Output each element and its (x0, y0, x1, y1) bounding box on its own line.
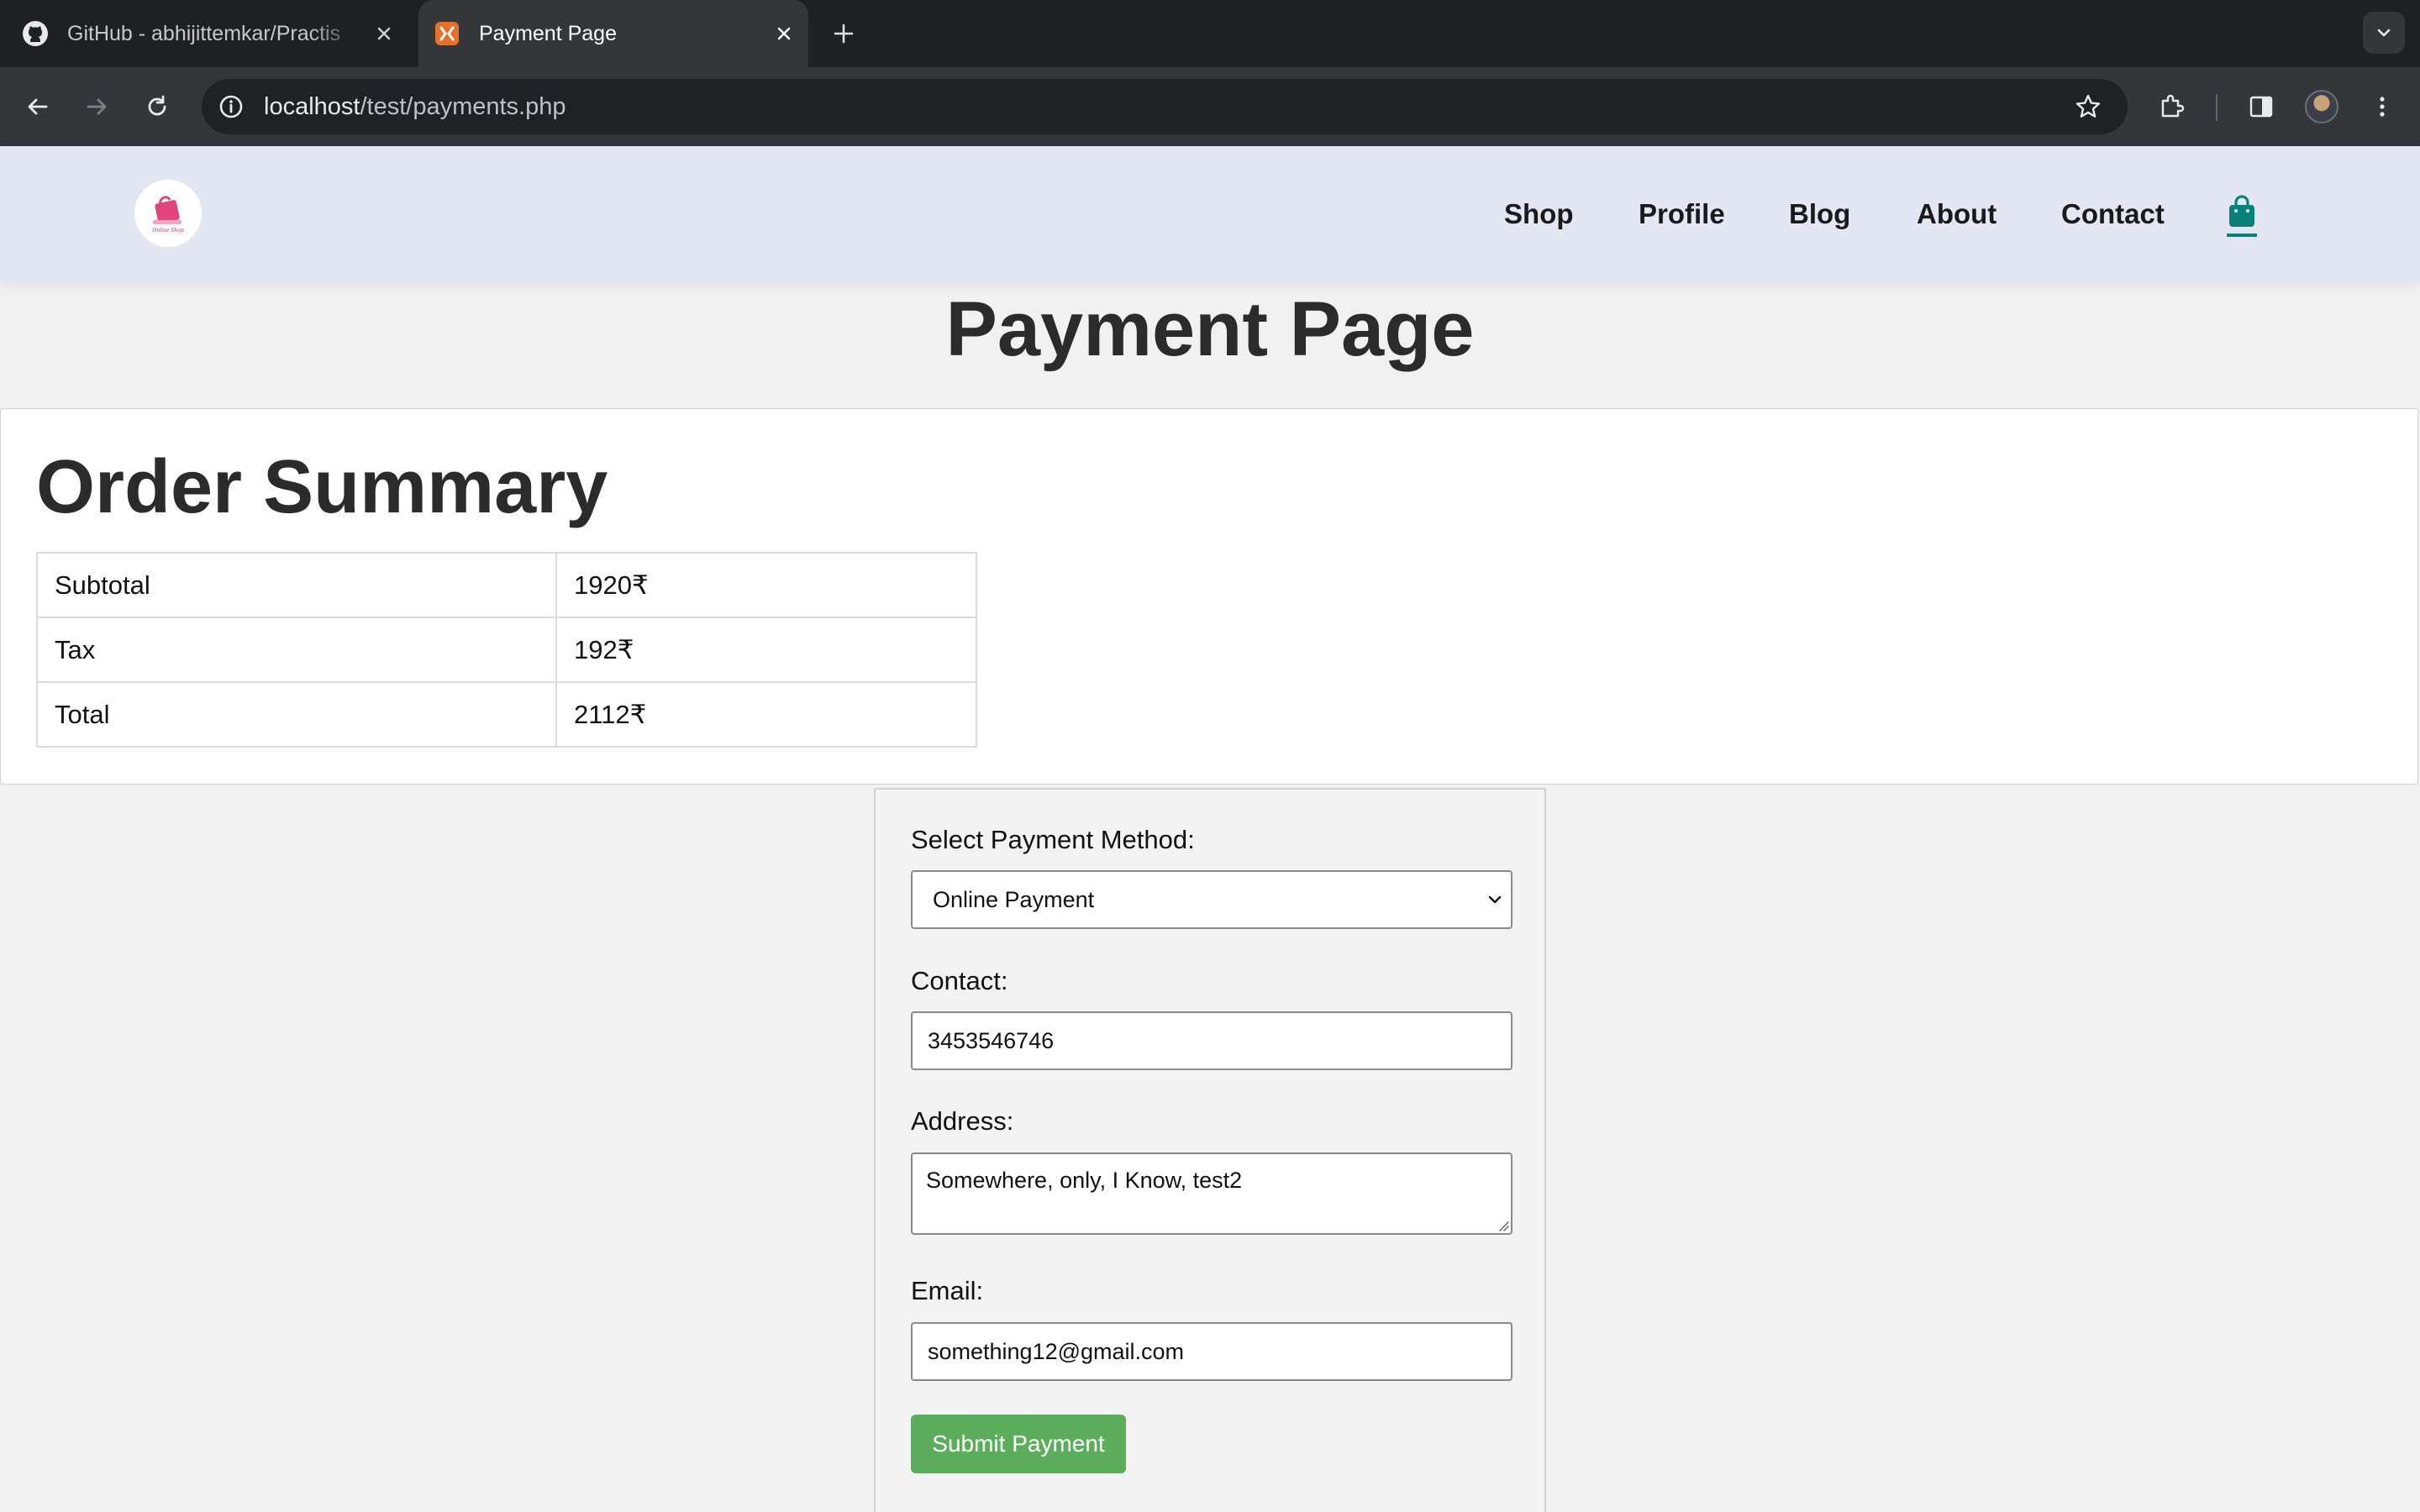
nav-link-contact[interactable]: Contact (2061, 198, 2165, 230)
contact-value: 3453546746 (928, 1028, 1055, 1053)
chevron-down-icon (2377, 29, 2391, 37)
browser-tab-strip: GitHub - abhijittemkar/Practis Payment P… (0, 0, 2420, 67)
github-icon (22, 20, 49, 47)
page-title: Payment Page (945, 286, 1475, 372)
order-summary-title: Order Summary (36, 445, 608, 529)
avatar (2305, 90, 2338, 123)
nav-link-shop[interactable]: Shop (1504, 198, 1573, 230)
site-header: Online Shop Shop Profile Blog About Cont… (0, 146, 2420, 282)
close-icon[interactable] (371, 21, 397, 46)
tab-title: GitHub - abhijittemkar/Practis (67, 21, 341, 45)
bookmark-star-icon[interactable] (2070, 89, 2106, 124)
browser-tab-payment[interactable]: Payment Page (418, 0, 808, 67)
email-input[interactable]: something12@gmail.com (911, 1322, 1512, 1381)
new-tab-button[interactable] (829, 18, 859, 49)
browser-tab-github[interactable]: GitHub - abhijittemkar/Practis (22, 0, 408, 67)
email-label: Email: (911, 1276, 984, 1305)
browser-toolbar: localhost/test/payments.php (0, 67, 2420, 146)
order-summary-panel: Order Summary Subtotal 1920₹ Tax 192₹ To… (0, 408, 2418, 785)
shop-bag-logo-icon: Online Shop (152, 196, 184, 234)
side-panel-button[interactable] (2240, 86, 2282, 128)
site-logo[interactable]: Online Shop (134, 180, 202, 247)
puzzle-icon (2161, 94, 2185, 118)
url-path: /test/payments.php (360, 93, 566, 120)
summary-label-subtotal: Subtotal (36, 552, 557, 618)
forward-button[interactable] (76, 86, 118, 128)
table-row: Tax 192₹ (36, 617, 977, 683)
table-row: Total 2112₹ (36, 681, 977, 748)
extensions-button[interactable] (2151, 86, 2193, 128)
address-textarea[interactable]: Somewhere, only, I Know, test2 (911, 1152, 1512, 1235)
payment-form: Select Payment Method: Online Payment Co… (874, 788, 1546, 1512)
profile-button[interactable] (2301, 86, 2343, 128)
more-vertical-icon (2380, 97, 2385, 117)
site-info-icon[interactable] (213, 89, 249, 124)
arrow-right-icon (87, 98, 107, 115)
contact-input[interactable]: 3453546746 (911, 1011, 1512, 1070)
address-value: Somewhere, only, I Know, test2 (926, 1168, 1243, 1193)
cart-active-underline (2227, 234, 2257, 237)
xampp-icon (434, 20, 460, 47)
payment-method-value: Online Payment (933, 887, 1095, 912)
resize-grip-icon[interactable] (1496, 1218, 1509, 1231)
payment-method-label: Select Payment Method: (911, 825, 1195, 854)
address-label: Address: (911, 1106, 1014, 1136)
summary-value-total: 2112₹ (555, 681, 977, 748)
submit-payment-button[interactable]: Submit Payment (911, 1415, 1126, 1473)
side-panel-icon (2249, 96, 2273, 118)
summary-label-tax: Tax (36, 617, 557, 683)
contact-label: Contact: (911, 966, 1008, 995)
shopping-bag-icon (2229, 195, 2254, 227)
close-icon[interactable] (771, 21, 797, 46)
table-row: Subtotal 1920₹ (36, 552, 977, 618)
tab-search-button[interactable] (2363, 12, 2405, 54)
nav-link-blog[interactable]: Blog (1789, 198, 1850, 230)
summary-value-subtotal: 1920₹ (555, 552, 977, 618)
toolbar-separator (2216, 94, 2217, 121)
summary-value-tax: 192₹ (555, 617, 977, 683)
svg-text:Online Shop: Online Shop (152, 228, 184, 234)
cart-link[interactable] (2227, 195, 2257, 237)
browser-menu-button[interactable] (2361, 86, 2403, 128)
url-text: localhost/test/payments.php (264, 79, 566, 134)
nav-link-about[interactable]: About (1917, 198, 1996, 230)
arrow-left-icon (28, 98, 48, 115)
url-host: localhost (264, 93, 360, 120)
back-button[interactable] (17, 86, 59, 128)
email-value: something12@gmail.com (928, 1339, 1185, 1364)
reload-button[interactable] (136, 86, 178, 128)
nav-link-profile[interactable]: Profile (1639, 198, 1725, 230)
reload-icon (148, 95, 166, 116)
plus-icon (834, 24, 854, 44)
tab-title: Payment Page (479, 21, 617, 45)
chevron-down-icon (1488, 895, 1502, 904)
address-bar[interactable]: localhost/test/payments.php (202, 79, 2128, 134)
payment-method-select[interactable]: Online Payment (911, 870, 1512, 929)
summary-label-total: Total (36, 681, 557, 748)
order-summary-table: Subtotal 1920₹ Tax 192₹ Total 2112₹ (36, 552, 977, 748)
